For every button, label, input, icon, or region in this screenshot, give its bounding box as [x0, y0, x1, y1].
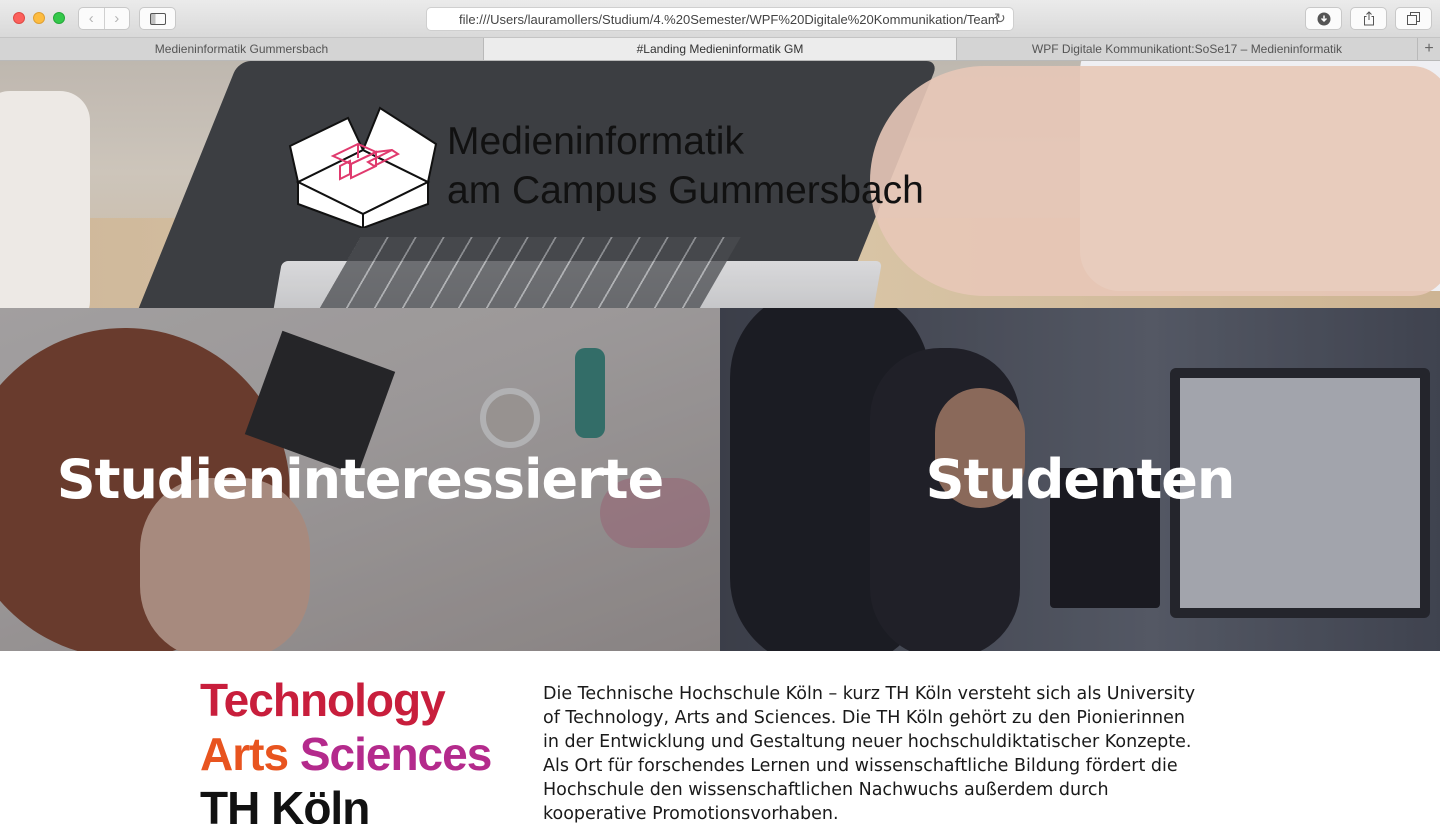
maximize-window-button[interactable] [53, 12, 65, 24]
chevron-right-icon[interactable]: › [103, 8, 130, 29]
intro-text: Die Technische Hochschule Köln – kurz TH… [543, 684, 1196, 824]
box-logo-icon [288, 106, 438, 228]
close-window-button[interactable] [13, 12, 25, 24]
download-icon[interactable] [1305, 7, 1342, 30]
logo-sciences: Sciences [299, 728, 492, 780]
tab-medieninformatik-gummersbach[interactable]: Medieninformatik Gummersbach [0, 38, 484, 60]
chevron-left-icon[interactable]: ‹ [79, 8, 104, 29]
th-koeln-logo: Technology Arts Sciences TH Köln [200, 673, 492, 824]
panel-studieninteressierte[interactable]: Studieninteressierte [0, 308, 720, 651]
logo-th-koeln: TH Köln [200, 782, 370, 824]
tabs-overview-icon[interactable] [1395, 7, 1432, 30]
plus-icon[interactable]: + [1418, 38, 1440, 60]
title-line-2: am Campus Gummersbach [447, 169, 924, 212]
reload-icon[interactable]: ↻ [994, 10, 1006, 27]
minimize-window-button[interactable] [33, 12, 45, 24]
share-icon[interactable] [1350, 7, 1387, 30]
panel-studenten[interactable]: Studenten [720, 308, 1440, 651]
title-line-1: Medieninformatik [447, 120, 744, 163]
tab-wpf-digitale-kommunikation[interactable]: WPF Digitale Kommunikationt:SoSe17 – Med… [957, 38, 1418, 60]
logo-technology: Technology [200, 674, 446, 726]
browser-toolbar: ‹ › file:///Users/lauramollers/Studium/4… [0, 0, 1440, 38]
tab-bar: Medieninformatik Gummersbach #Landing Me… [0, 38, 1440, 61]
page-title: Medieninformatik am Campus Gummersbach [447, 117, 924, 215]
intro-section: Technology Arts Sciences TH Köln Die Tec… [0, 651, 1440, 824]
panel-label-studenten: Studenten [925, 448, 1236, 511]
logo-arts: Arts [200, 728, 289, 780]
tab-landing-active[interactable]: #Landing Medieninformatik GM [484, 38, 957, 60]
panel-label-studieninteressierte: Studieninteressierte [56, 448, 665, 511]
history-nav: ‹ › [78, 7, 130, 30]
sidebar-icon[interactable] [139, 7, 176, 30]
address-bar[interactable]: file:///Users/lauramollers/Studium/4.%20… [426, 7, 1014, 31]
